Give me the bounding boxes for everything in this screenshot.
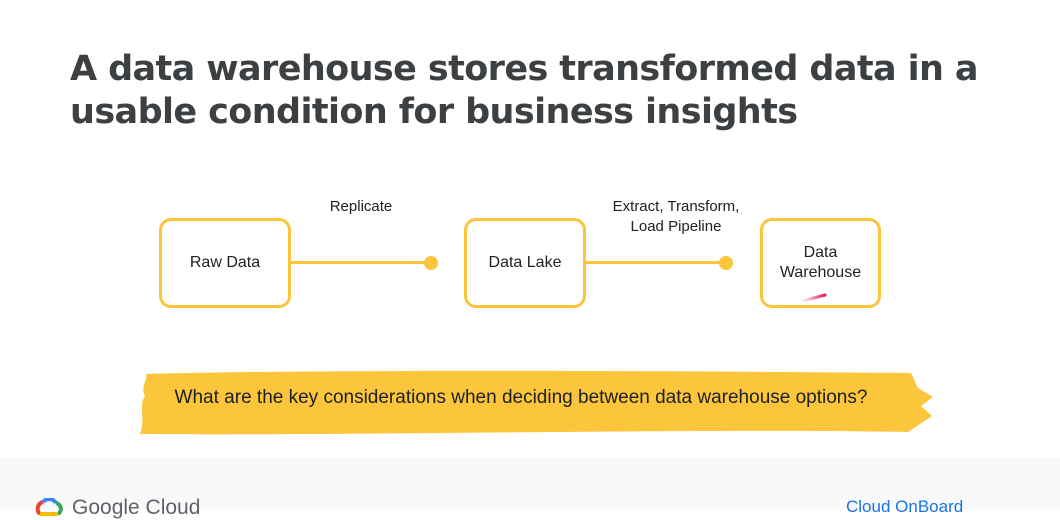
question-banner: What are the key considerations when dec… [136,368,936,438]
question-text: What are the key considerations when dec… [174,387,868,408]
data-warehouse-label-line-1: Data [803,244,838,261]
slide-title: A data warehouse stores transformed data… [70,48,979,134]
etl-connector [585,261,725,264]
laser-pointer-mark [800,293,827,303]
cloud-onboard-link: Cloud OnBoard [846,497,964,516]
raw-data-label: Raw Data [189,254,261,271]
raw-data-node: Raw Data [159,218,291,308]
etl-connector-dot [719,256,733,270]
etl-label-line-1: Extract, Transform, [612,198,740,215]
replicate-connector-dot [424,256,438,270]
replicate-label: Replicate [329,198,393,215]
etl-label: Extract, Transform, Load Pipeline [596,197,756,237]
slide-title-line-1: A data warehouse stores transformed data… [70,49,979,89]
etl-label-line-2: Load Pipeline [630,218,722,235]
slide-title-line-2: usable condition for business insights [70,92,798,132]
data-lake-node: Data Lake [464,218,586,308]
data-warehouse-label-line-2: Warehouse [779,264,862,281]
google-cloud-logo-icon [35,498,63,516]
replicate-connector [290,261,430,264]
google-cloud-brand: Google Cloud [34,496,200,520]
google-cloud-wordmark: Google Cloud [72,496,201,519]
data-lake-label: Data Lake [488,254,562,271]
